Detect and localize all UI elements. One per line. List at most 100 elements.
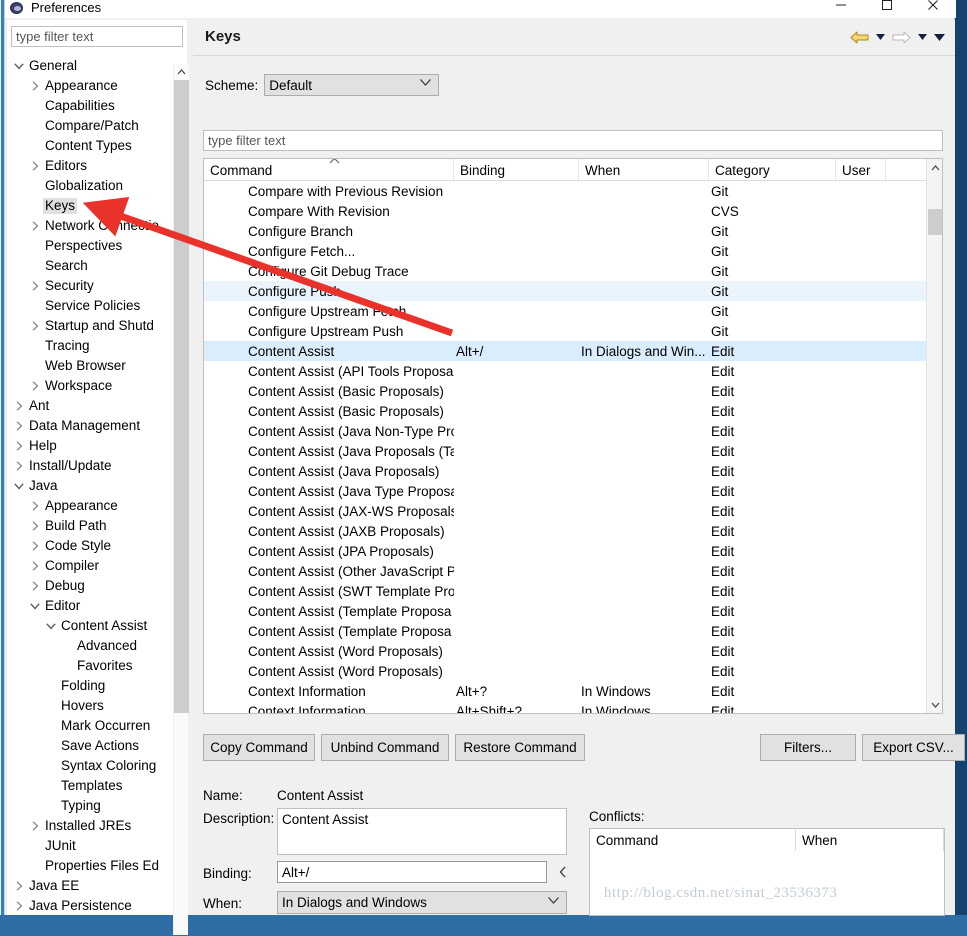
table-scrollbar-thumb[interactable] [928,209,942,235]
chevron-right-icon[interactable] [11,438,27,454]
minimize-button[interactable] [818,0,864,18]
keys-table-scrollbar[interactable] [926,159,942,713]
sidebar-item-java-persistence[interactable]: Java Persistence [7,896,173,916]
chevron-right-icon[interactable] [27,378,43,394]
when-select[interactable]: In Dialogs and Windows [277,891,567,914]
chevron-right-icon[interactable] [11,398,27,414]
sidebar-item-debug[interactable]: Debug [7,576,173,596]
column-header-command[interactable]: Command [204,159,454,181]
table-row[interactable]: Content Assist (Basic Proposals) Edit [204,381,926,401]
chevron-left-icon[interactable] [555,861,571,883]
table-row[interactable]: Configure Fetch... Git [204,241,926,261]
chevron-right-icon[interactable] [27,498,43,514]
chevron-down-icon[interactable] [11,478,27,494]
chevron-right-icon[interactable] [27,218,43,234]
table-row[interactable]: Content Assist (JAX-WS Proposals Edit [204,501,926,521]
sidebar-scrollbar-thumb[interactable] [174,80,189,713]
table-row[interactable]: Compare with Previous Revision Git [204,181,926,201]
table-row[interactable]: Content Assist (Template Proposa Edit [204,621,926,641]
forward-history-chevron-down-icon[interactable] [916,30,928,44]
conflicts-column-header[interactable]: When [796,829,944,851]
table-row[interactable]: Content Assist (Basic Proposals) Edit [204,401,926,421]
chevron-right-icon[interactable] [27,558,43,574]
back-history-chevron-down-icon[interactable] [874,30,886,44]
table-row[interactable]: Content Assist (Word Proposals) Edit [204,661,926,681]
column-header-user[interactable]: User [836,159,886,181]
chevron-right-icon[interactable] [27,818,43,834]
sidebar-item-content-assist[interactable]: Content Assist [7,616,173,636]
binding-input[interactable] [277,861,547,883]
conflicts-column-header[interactable]: Command [590,829,796,851]
sidebar-item-web-browser[interactable]: Web Browser [7,356,173,376]
table-row[interactable]: Configure Upstream Fetch Git [204,301,926,321]
chevron-right-icon[interactable] [27,318,43,334]
table-row[interactable]: Content Assist (JPA Proposals) Edit [204,541,926,561]
table-row[interactable]: Context Information Alt+? In Windows Edit [204,681,926,701]
table-row[interactable]: Content Assist (Java Proposals) Edit [204,461,926,481]
sidebar-item-hovers[interactable]: Hovers [7,696,173,716]
table-row[interactable]: Configure Upstream Push Git [204,321,926,341]
sidebar-item-java[interactable]: Java [7,476,173,496]
back-arrow-icon[interactable] [849,28,869,46]
sidebar-item-search[interactable]: Search [7,256,173,276]
sidebar-item-ant[interactable]: Ant [7,396,173,416]
sidebar-scroll-up-icon[interactable] [174,64,189,80]
command-filter-input[interactable] [203,130,943,151]
sidebar-item-installed-jres[interactable]: Installed JREs [7,816,173,836]
chevron-down-icon[interactable] [27,598,43,614]
sidebar-item-compare-patch[interactable]: Compare/Patch [7,116,173,136]
sidebar-item-advanced[interactable]: Advanced [7,636,173,656]
sidebar-item-syntax-coloring[interactable]: Syntax Coloring [7,756,173,776]
column-header-category[interactable]: Category [709,159,836,181]
table-row[interactable]: Content Assist (Java Type Proposa Edit [204,481,926,501]
table-scroll-down-icon[interactable] [927,696,942,713]
sidebar-item-code-style[interactable]: Code Style [7,536,173,556]
sidebar-item-tracing[interactable]: Tracing [7,336,173,356]
sidebar-item-service-policies[interactable]: Service Policies [7,296,173,316]
sidebar-item-templates[interactable]: Templates [7,776,173,796]
close-button[interactable] [910,0,956,18]
table-row[interactable]: Content Assist (API Tools Proposa Edit [204,361,926,381]
filters-button[interactable]: Filters... [760,734,856,761]
table-row[interactable]: Content Assist Alt+/ In Dialogs and Win...… [204,341,926,361]
sidebar-item-perspectives[interactable]: Perspectives [7,236,173,256]
table-row[interactable]: Configure Branch Git [204,221,926,241]
table-row[interactable]: Content Assist (Java Non-Type Pro Edit [204,421,926,441]
export-csv-button[interactable]: Export CSV... [862,734,965,761]
chevron-down-icon[interactable] [11,58,27,74]
chevron-right-icon[interactable] [11,898,27,914]
chevron-right-icon[interactable] [27,578,43,594]
unbind-command-button[interactable]: Unbind Command [321,734,449,761]
chevron-right-icon[interactable] [27,158,43,174]
sidebar-item-appearance[interactable]: Appearance [7,76,173,96]
chevron-down-icon[interactable] [43,618,59,634]
sidebar-item-network-connectio[interactable]: Network Connectio [7,216,173,236]
maximize-button[interactable] [864,0,910,18]
sidebar-item-content-types[interactable]: Content Types [7,136,173,156]
chevron-right-icon[interactable] [27,78,43,94]
chevron-right-icon[interactable] [27,518,43,534]
sidebar-item-keys[interactable]: Keys [7,196,173,216]
table-row[interactable]: Content Assist (JAXB Proposals) Edit [204,521,926,541]
sidebar-item-appearance[interactable]: Appearance [7,496,173,516]
sidebar-item-capabilities[interactable]: Capabilities [7,96,173,116]
sidebar-item-workspace[interactable]: Workspace [7,376,173,396]
sidebar-item-java-ee[interactable]: Java EE [7,876,173,896]
sidebar-item-general[interactable]: General [7,56,173,76]
sidebar-item-favorites[interactable]: Favorites [7,656,173,676]
sidebar-scrollbar[interactable] [173,64,189,935]
restore-command-button[interactable]: Restore Command [455,734,585,761]
sidebar-item-globalization[interactable]: Globalization [7,176,173,196]
sidebar-item-data-management[interactable]: Data Management [7,416,173,436]
sidebar-item-junit[interactable]: JUnit [7,836,173,856]
sidebar-item-startup-and-shutd[interactable]: Startup and Shutd [7,316,173,336]
chevron-right-icon[interactable] [27,538,43,554]
sidebar-item-build-path[interactable]: Build Path [7,516,173,536]
sidebar-item-properties-files-ed[interactable]: Properties Files Ed [7,856,173,876]
sidebar-item-compiler[interactable]: Compiler [7,556,173,576]
sidebar-item-mark-occurren[interactable]: Mark Occurren [7,716,173,736]
sidebar-item-security[interactable]: Security [7,276,173,296]
sidebar-item-install-update[interactable]: Install/Update [7,456,173,476]
table-row[interactable]: Configure Git Debug Trace Git [204,261,926,281]
copy-command-button[interactable]: Copy Command [203,734,315,761]
